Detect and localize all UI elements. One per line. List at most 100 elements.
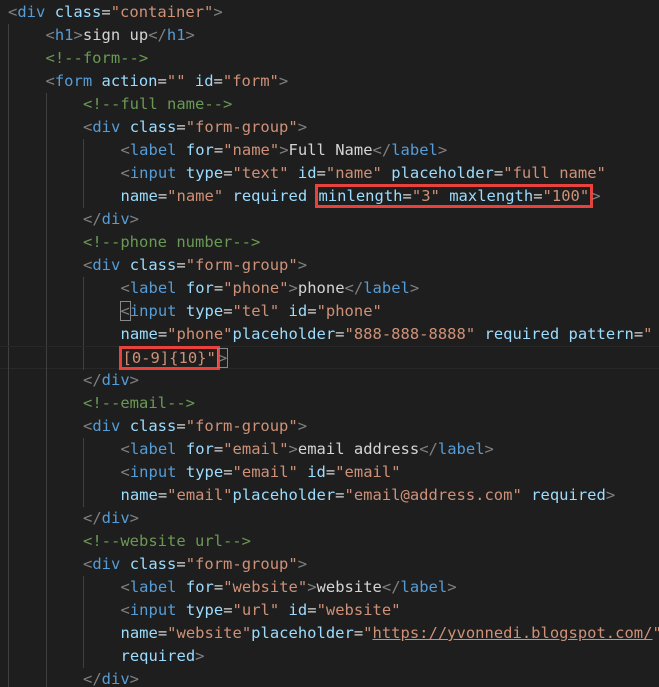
code-line[interactable]: <div class="form-group"> xyxy=(0,415,659,438)
code-token: maxlength xyxy=(449,187,534,205)
code-text: <div class="form-group"> xyxy=(83,254,307,277)
code-token: Full Name xyxy=(288,141,373,159)
indent-guide xyxy=(45,208,47,231)
code-line[interactable]: <label for="email">email address</label> xyxy=(0,438,659,461)
code-token: = xyxy=(157,72,167,90)
code-token: "url" xyxy=(232,601,280,619)
code-token: " xyxy=(643,325,653,343)
code-line[interactable]: name="website"placeholder="https://yvonn… xyxy=(0,622,659,645)
code-line[interactable]: <div class="form-group"> xyxy=(0,553,659,576)
indent-guide xyxy=(45,668,47,687)
code-line[interactable]: </div> xyxy=(0,668,659,687)
code-line[interactable]: name="name" required minlength="3" maxle… xyxy=(0,184,659,208)
code-token: form xyxy=(54,72,93,90)
code-token: < xyxy=(83,555,93,573)
code-editor[interactable]: <div class="container"> <h1>sign up</h1> <… xyxy=(0,0,659,687)
code-token: "name" xyxy=(223,141,280,159)
code-token: > xyxy=(213,3,223,21)
code-token: div xyxy=(92,118,121,136)
code-text: </div> xyxy=(83,369,139,392)
code-token: input xyxy=(129,601,177,619)
code-token: div xyxy=(92,555,121,573)
code-token: = xyxy=(223,164,233,182)
code-text: <!--email--> xyxy=(83,392,195,415)
code-text: <!--full name--> xyxy=(83,93,232,116)
code-token: < xyxy=(120,440,130,458)
code-line[interactable]: <label for="name">Full Name</label> xyxy=(0,139,659,162)
code-token: "website" xyxy=(223,578,308,596)
code-line[interactable]: name="phone"placeholder="888-888-8888" r… xyxy=(0,323,659,346)
code-line[interactable]: </div> xyxy=(0,369,659,392)
code-token: "full name" xyxy=(503,164,606,182)
indent-guide xyxy=(45,461,47,484)
indent-guide xyxy=(8,484,9,507)
code-token: [0-9]{10}" xyxy=(122,349,216,367)
code-line[interactable]: <!--email--> xyxy=(0,392,659,415)
code-token: "form-group" xyxy=(185,256,298,274)
indent-guide xyxy=(45,93,47,116)
code-line[interactable]: <div class="form-group"> xyxy=(0,116,659,139)
code-line[interactable]: <form action="" id="form"> xyxy=(0,70,659,93)
code-token: name xyxy=(120,325,158,343)
code-token: required xyxy=(120,647,196,665)
code-line[interactable]: <!--phone number--> xyxy=(0,231,659,254)
code-line[interactable]: <div class="form-group"> xyxy=(0,254,659,277)
code-token: </ xyxy=(381,578,401,596)
code-line[interactable]: <input type="url" id="website" xyxy=(0,599,659,622)
code-token: </ xyxy=(83,509,102,527)
code-line[interactable]: <!--full name--> xyxy=(0,93,659,116)
code-line[interactable]: name="email"placeholder="email@address.c… xyxy=(0,484,659,507)
code-line[interactable]: </div> xyxy=(0,208,659,231)
code-token: input xyxy=(129,463,177,481)
code-line[interactable]: <label for="website">website</label> xyxy=(0,576,659,599)
code-text: name="name" required minlength="3" maxle… xyxy=(121,184,601,208)
code-token: > xyxy=(129,670,140,687)
code-token: div xyxy=(92,256,121,274)
code-token: label xyxy=(129,279,177,297)
code-token: = xyxy=(335,486,345,504)
code-line[interactable]: <input type="text" id="name" placeholder… xyxy=(0,162,659,185)
code-token: for xyxy=(185,440,214,458)
code-line[interactable]: <!--website url--> xyxy=(0,530,659,553)
indent-guide xyxy=(45,300,47,323)
code-text: required> xyxy=(121,645,205,668)
code-line[interactable]: <h1>sign up</h1> xyxy=(0,24,659,47)
code-token: label xyxy=(129,141,177,159)
code-token: = xyxy=(633,325,644,343)
code-line[interactable]: <input type="email" id="email" xyxy=(0,461,659,484)
indent-guide xyxy=(83,484,84,507)
code-line[interactable]: required> xyxy=(0,645,659,668)
code-token: type xyxy=(185,164,224,182)
code-token: < xyxy=(83,256,93,274)
code-line[interactable]: <label for="phone">phone</label> xyxy=(0,277,659,300)
code-token: "container" xyxy=(110,3,214,21)
code-text: <!--website url--> xyxy=(83,530,251,553)
code-text: <input type="tel" id="phone" xyxy=(119,300,382,323)
code-token: "website" xyxy=(316,601,401,619)
code-line[interactable]: <input type="tel" id="phone" xyxy=(0,300,659,323)
indent-guide xyxy=(45,415,47,438)
code-token: = xyxy=(101,3,111,21)
indent-guide xyxy=(8,300,9,323)
code-line[interactable]: <!--form--> xyxy=(0,47,659,70)
code-token: placeholder xyxy=(251,624,354,642)
indent-guide xyxy=(83,438,84,461)
code-line[interactable]: [0-9]{10}" > xyxy=(0,346,659,370)
indent-guide xyxy=(8,369,9,392)
code-token: > xyxy=(129,509,140,527)
code-line[interactable]: </div> xyxy=(0,507,659,530)
code-token: placeholder xyxy=(391,164,494,182)
code-token: "email" xyxy=(335,463,401,481)
highlight-box: [0-9]{10}" xyxy=(118,346,220,370)
code-line[interactable]: <div class="container"> xyxy=(0,1,659,24)
code-token: = xyxy=(316,164,326,182)
code-text: <h1>sign up</h1> xyxy=(46,24,195,47)
